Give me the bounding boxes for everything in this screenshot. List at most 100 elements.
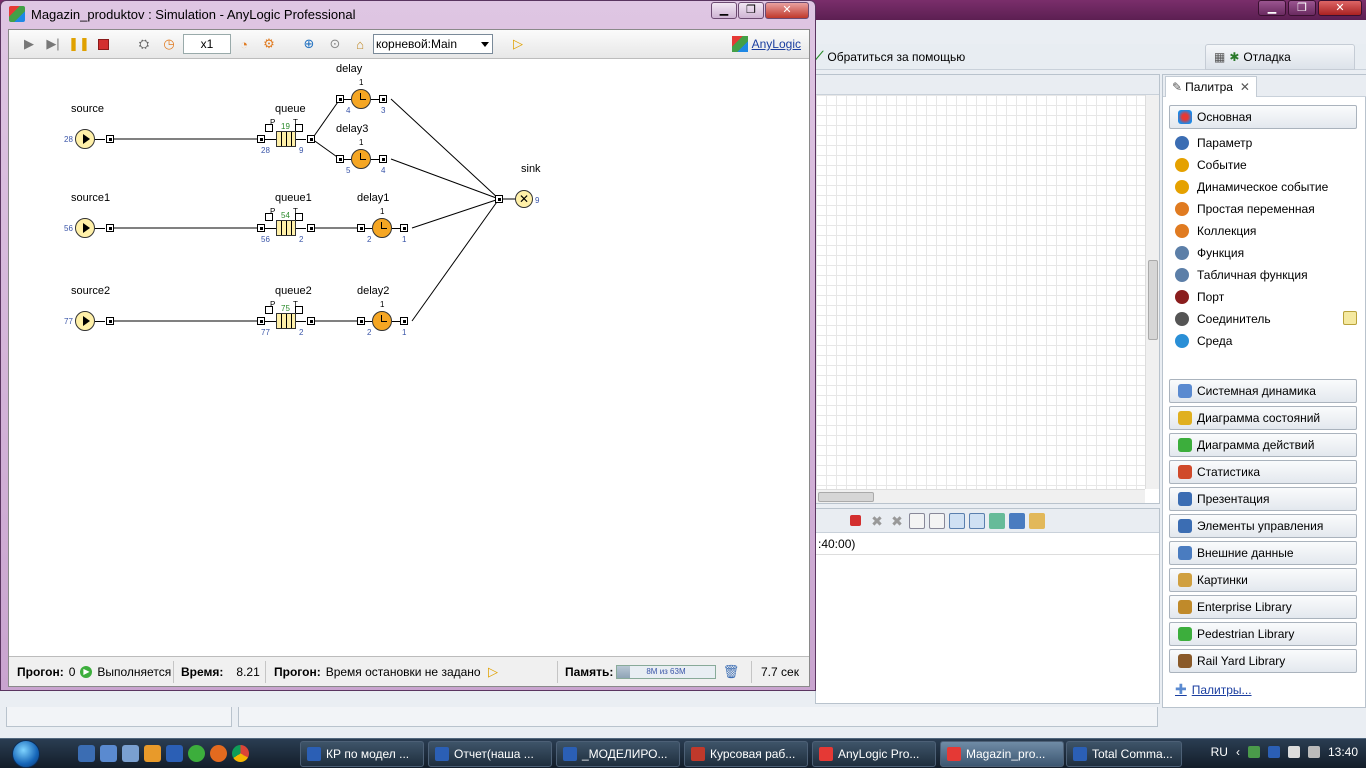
experiment-icon[interactable]: ▷ — [510, 36, 526, 52]
minimize-button[interactable]: ▁ — [711, 2, 737, 19]
open-console-icon[interactable] — [1029, 512, 1045, 529]
debug-perspective-tab[interactable]: ▦ ✱ Отладка — [1205, 44, 1355, 70]
palette-item[interactable]: Табличная функция — [1175, 265, 1308, 285]
palette-category-label: Диаграмма действий — [1197, 438, 1315, 452]
palette-item[interactable]: Коллекция — [1175, 221, 1256, 241]
clear-console-icon[interactable] — [909, 512, 925, 529]
queue-t-port[interactable] — [295, 213, 303, 221]
navigate-icon[interactable]: ⊙ — [327, 36, 343, 52]
queue-t-port[interactable] — [295, 124, 303, 132]
taskbar-button[interactable]: Total Comma... — [1066, 741, 1182, 767]
queue-block[interactable] — [276, 131, 296, 147]
editor-vertical-scrollbar[interactable] — [1145, 95, 1159, 489]
agent-select[interactable]: корневой:Main — [373, 34, 493, 54]
volume-icon[interactable] — [1307, 746, 1320, 758]
palette-item[interactable]: Параметр — [1175, 133, 1252, 153]
clock-icon[interactable]: ◷ — [161, 36, 177, 52]
anylogic-link[interactable]: AnyLogic — [731, 36, 801, 52]
graphical-editor[interactable] — [815, 74, 1160, 504]
ide-close-button[interactable]: ✕ — [1318, 0, 1362, 16]
taskbar-button[interactable]: Magazin_pro... — [940, 741, 1064, 767]
queue-p-port[interactable] — [265, 124, 273, 132]
taskbar-button[interactable]: Курсовая раб... — [684, 741, 808, 767]
palette-category[interactable]: Статистика — [1169, 460, 1357, 484]
queue-t-port[interactable] — [295, 306, 303, 314]
ide-maximize-button[interactable]: ❐ — [1288, 0, 1316, 16]
palette-item[interactable]: Простая переменная — [1175, 199, 1315, 219]
pause-icon[interactable]: ❚❚ — [68, 36, 90, 52]
palette-item[interactable]: Порт — [1175, 287, 1224, 307]
tray-app-icon[interactable] — [1267, 746, 1280, 758]
close-icon[interactable]: ✕ — [1240, 80, 1250, 94]
media-player-icon[interactable] — [144, 745, 161, 762]
chrome-icon[interactable] — [232, 745, 249, 762]
network-icon[interactable] — [1247, 746, 1260, 758]
language-indicator[interactable]: RU — [1211, 745, 1228, 759]
computer-icon[interactable] — [122, 745, 139, 762]
palette-category[interactable]: Pedestrian Library — [1169, 622, 1357, 646]
palette-category[interactable]: Диаграмма действий — [1169, 433, 1357, 457]
show-on-error-icon[interactable] — [969, 512, 985, 529]
trash-icon[interactable]: 🗑 — [723, 664, 740, 680]
palette-category-main[interactable]: Основная — [1169, 105, 1357, 129]
experiment-icon[interactable]: ▷ — [485, 664, 501, 680]
navigate-up-icon[interactable]: ⊕ — [301, 36, 317, 52]
taskbar-button[interactable]: _МОДЕЛИРО... — [556, 741, 680, 767]
palettes-link[interactable]: ✚ Палитры... — [1175, 681, 1252, 698]
queue-block[interactable] — [276, 220, 296, 236]
show-desktop-icon[interactable] — [78, 745, 95, 762]
palette-item[interactable]: Событие — [1175, 155, 1247, 175]
remove-all-icon[interactable]: ✖ — [889, 513, 905, 529]
speed-up-icon[interactable]: ◔ — [236, 36, 252, 52]
palette-category[interactable]: Диаграмма состояний — [1169, 406, 1357, 430]
taskbar-button[interactable]: Отчет(наша ... — [428, 741, 552, 767]
slow-down-icon[interactable]: ⚙ — [261, 36, 277, 52]
queue-p-port[interactable] — [265, 213, 273, 221]
clock[interactable]: 13:40 — [1328, 745, 1358, 759]
start-button[interactable] — [4, 739, 48, 768]
taskbar-button[interactable]: AnyLogic Pro... — [812, 741, 936, 767]
show-on-output-icon[interactable] — [949, 512, 965, 529]
torrent-icon[interactable] — [188, 745, 205, 762]
remove-launch-icon[interactable]: ✖ — [869, 513, 885, 529]
editor-horizontal-scrollbar[interactable] — [816, 489, 1145, 503]
palette-item[interactable]: Среда — [1175, 331, 1232, 351]
home-icon[interactable]: ⌂ — [352, 36, 368, 52]
palette-tab[interactable]: ✎ Палитра ✕ — [1165, 76, 1257, 97]
palette-item[interactable]: Функция — [1175, 243, 1244, 263]
palette-item[interactable]: Соединитель — [1175, 309, 1357, 329]
display-console-icon[interactable] — [1009, 512, 1025, 529]
palette-category[interactable]: Картинки — [1169, 568, 1357, 592]
queue-block[interactable] — [276, 313, 296, 329]
help-link[interactable]: ⟋ Обратиться за помощью — [815, 49, 965, 64]
palette-category[interactable]: Rail Yard Library — [1169, 649, 1357, 673]
stop-icon[interactable] — [95, 36, 111, 52]
taskbar-button[interactable]: КР по модел ... — [300, 741, 424, 767]
close-button[interactable]: ✕ — [765, 2, 809, 19]
save-icon[interactable] — [166, 745, 183, 762]
model-canvas[interactable]: source 28 source1 56 source2 77 queue P T 19 28 9 qu… — [9, 60, 809, 656]
pin-console-icon[interactable] — [989, 512, 1005, 529]
explorer-icon[interactable] — [100, 745, 117, 762]
palette-category[interactable]: Внешние данные — [1169, 541, 1357, 565]
edit-icon[interactable] — [1343, 311, 1357, 325]
editor-grid[interactable] — [816, 95, 1145, 489]
flag-icon[interactable] — [1287, 746, 1300, 758]
palette-category[interactable]: Элементы управления — [1169, 514, 1357, 538]
queue-p-port[interactable] — [265, 306, 273, 314]
maximize-button[interactable]: ❐ — [738, 2, 764, 19]
palette-category[interactable]: Презентация — [1169, 487, 1357, 511]
speed-field[interactable]: x1 — [183, 34, 231, 54]
palette-category[interactable]: Enterprise Library — [1169, 595, 1357, 619]
sink-block[interactable]: ✕ — [515, 190, 533, 208]
terminate-icon[interactable] — [850, 515, 861, 526]
tray-expand-icon[interactable]: ‹ — [1236, 745, 1240, 759]
firefox-icon[interactable] — [210, 745, 227, 762]
step-icon[interactable]: ▶| — [45, 36, 61, 52]
run-icon[interactable]: ▶ — [21, 36, 37, 52]
ide-minimize-button[interactable]: ▁ — [1258, 0, 1286, 16]
palette-category[interactable]: Системная динамика — [1169, 379, 1357, 403]
palette-item[interactable]: Динамическое событие — [1175, 177, 1328, 197]
real-time-icon[interactable]: ⛭ — [136, 36, 152, 52]
scroll-lock-icon[interactable] — [929, 512, 945, 529]
